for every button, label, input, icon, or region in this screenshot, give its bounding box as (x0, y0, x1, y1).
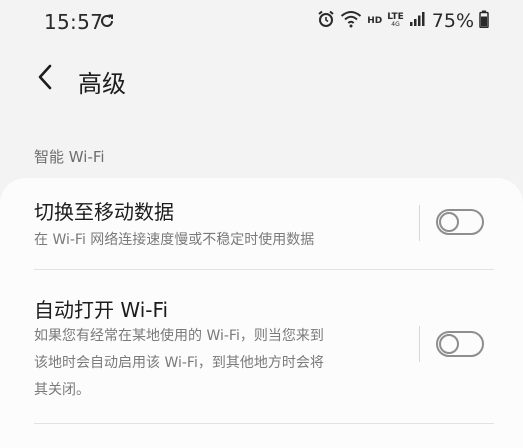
battery-icon (479, 10, 489, 32)
toggle-knob (439, 212, 459, 232)
status-icons: HD LTE 4G 75% (317, 10, 489, 32)
setting-subtitle: 在 Wi-Fi 网络连接速度慢或不稳定时使用数据 (34, 232, 315, 248)
signal-icon (409, 11, 425, 31)
settings-card: 切换至移动数据 在 Wi-Fi 网络连接速度慢或不稳定时使用数据 自动打开 Wi… (0, 178, 523, 448)
alarm-icon (317, 10, 335, 32)
toggle-knob (439, 334, 459, 354)
app-header: 高级 (0, 50, 523, 110)
setting-subtitle-line: 该地时会自动启用该 Wi-Fi，到其他地方时会将 (34, 355, 324, 371)
auto-wifi-toggle[interactable] (436, 331, 484, 357)
setting-row-switch-to-mobile-data[interactable]: 切换至移动数据 在 Wi-Fi 网络连接速度慢或不稳定时使用数据 (0, 178, 523, 270)
setting-title: 自动打开 Wi-Fi (34, 298, 169, 322)
setting-subtitle-line: 其关闭。 (34, 382, 90, 398)
row-divider (419, 326, 420, 362)
page-title: 高级 (78, 70, 126, 98)
wifi-icon (340, 10, 362, 32)
section-header: 智能 Wi-Fi (34, 148, 105, 166)
hd-label: HD (367, 15, 383, 26)
setting-title: 切换至移动数据 (34, 200, 174, 224)
lte-indicator: LTE 4G (387, 13, 404, 29)
sync-icon (99, 13, 115, 29)
battery-percent: 75% (431, 10, 474, 32)
setting-subtitle-line: 如果您有经常在某地使用的 Wi-Fi，则当您来到 (34, 328, 324, 344)
chevron-left-icon (37, 63, 53, 95)
switch-to-mobile-data-toggle[interactable] (436, 209, 484, 235)
row-divider (419, 205, 420, 241)
setting-row-auto-wifi[interactable]: 自动打开 Wi-Fi 如果您有经常在某地使用的 Wi-Fi，则当您来到 该地时会… (0, 270, 523, 420)
lte-label: LTE (387, 12, 404, 22)
lte-sub-label: 4G (391, 21, 400, 28)
status-time: 15:57 (44, 10, 104, 34)
status-bar: 15:57 HD LTE 4G 75% (0, 0, 523, 50)
list-divider (34, 423, 494, 424)
back-button[interactable] (28, 62, 62, 96)
